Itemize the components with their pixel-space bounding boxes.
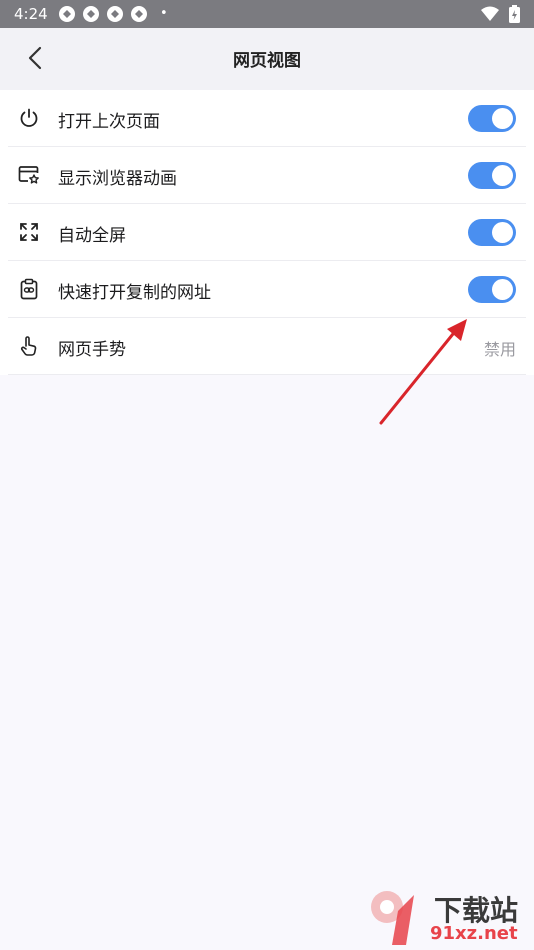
more-notifications-dot: •	[160, 6, 168, 21]
notification-app-icon	[59, 6, 75, 22]
auto-fullscreen-toggle[interactable]	[468, 219, 516, 246]
open-last-page-toggle[interactable]	[468, 105, 516, 132]
web-gestures-value: 禁用	[483, 340, 516, 359]
setting-row-quick-open-copied-url[interactable]: 快速打开复制的网址	[8, 261, 526, 318]
notification-icons	[58, 5, 148, 23]
watermark-domain: 91xz.net	[430, 923, 518, 944]
power-icon	[20, 108, 38, 127]
notification-app-icon	[131, 6, 147, 22]
status-time: 4:24	[14, 5, 48, 23]
toggle-knob	[492, 222, 513, 243]
setting-row-browser-animation[interactable]: 显示浏览器动画	[8, 147, 526, 204]
gesture-hand-icon	[20, 336, 37, 356]
notification-app-icon	[83, 6, 99, 22]
toggle-knob	[492, 108, 513, 129]
setting-label: 打开上次页面	[58, 112, 160, 132]
system-icons	[481, 5, 520, 23]
wifi-icon	[481, 6, 499, 21]
clipboard-link-icon	[20, 278, 38, 300]
toggle-knob	[492, 165, 513, 186]
battery-icon	[509, 5, 520, 23]
brand-logo-icon	[371, 891, 414, 945]
notification-app-icon	[107, 6, 123, 22]
setting-label: 快速打开复制的网址	[58, 283, 211, 303]
setting-row-open-last-page[interactable]: 打开上次页面	[8, 90, 526, 147]
setting-label: 网页手势	[58, 340, 126, 360]
header-bar: 网页视图	[0, 28, 534, 90]
setting-label: 显示浏览器动画	[58, 169, 177, 189]
fullscreen-icon	[20, 223, 38, 241]
quick-open-copied-url-toggle[interactable]	[468, 276, 516, 303]
browser-star-icon	[18, 166, 39, 184]
page-title: 网页视图	[233, 51, 301, 71]
setting-row-auto-fullscreen[interactable]: 自动全屏	[8, 204, 526, 261]
toggle-knob	[492, 279, 513, 300]
status-bar: 4:24 •	[0, 0, 534, 28]
setting-label: 自动全屏	[58, 226, 126, 246]
watermark-logo: 下载站 91xz.net	[362, 885, 534, 950]
browser-animation-toggle[interactable]	[468, 162, 516, 189]
annotation-arrow	[379, 319, 467, 425]
